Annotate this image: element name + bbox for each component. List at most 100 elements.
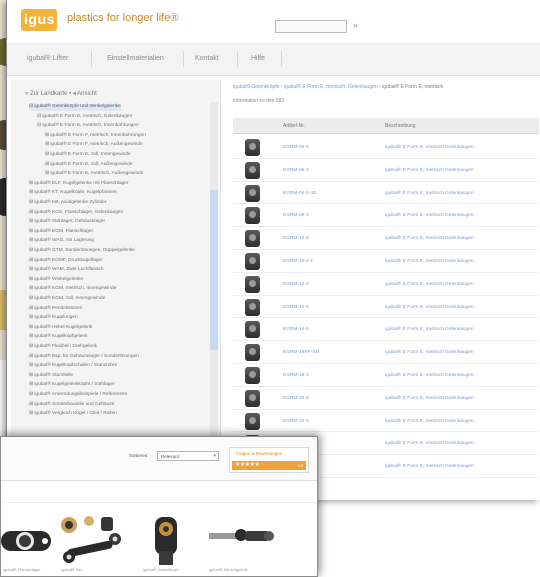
article-number-link[interactable]: EGRM-14-S <box>283 305 309 310</box>
column-header-description[interactable]: Beschreibung <box>385 123 416 129</box>
tree-item[interactable]: ⊞ igubal® E Form E, zoll, Außengewinde <box>45 162 133 169</box>
description-link[interactable]: igubal® E Form E, metrisch Gelenkaugen <box>385 191 474 196</box>
table-row[interactable]: EGRM-16-S igubal® E Form E, metrisch Gele… <box>233 318 539 342</box>
table-row[interactable]: EGRM-20-S igubal® E Form E, metrisch Gele… <box>233 387 539 410</box>
tree-item[interactable]: ⊞ igubal® KT, Kugelköpfe, Kugelpfannen <box>29 190 117 197</box>
tree-item[interactable]: ⊞ igubal® EGMF, Druckkugellager <box>29 258 103 265</box>
tree-item[interactable]: ⊟ igubal® E Form E, metrisch, Innenbohru… <box>37 123 139 130</box>
tree-scrollbar-thumb[interactable] <box>210 190 218 350</box>
table-row[interactable]: EGRM-12-S igubal® E Form E, metrisch Gele… <box>233 273 539 296</box>
product-thumbnail[interactable] <box>245 275 260 293</box>
description-link[interactable]: igubal® E Form E, metrisch Gelenkaugen <box>385 327 474 332</box>
description-link[interactable]: igubal® E Form E, metrisch Gelenkaugen <box>385 145 474 150</box>
tree-item[interactable]: ⊞ igubal® Kugelkopfschalen / Stanzrohre <box>29 363 117 370</box>
tree-item[interactable]: ⊞ igubal® Stehlager, Gehäuselager <box>29 219 105 226</box>
tree-item[interactable]: ⊞ igubal® Kupplungen <box>29 315 78 322</box>
table-row[interactable]: EGRM-08-S igubal® E Form E, metrisch Gele… <box>233 204 539 228</box>
tree-item[interactable]: ⊞ igubal® KGS, Flanschlager, Gelenkaugen <box>29 210 123 217</box>
article-number-link[interactable]: EGRM-06-S-1E <box>283 191 317 196</box>
description-link[interactable]: igubal® E Form E, metrisch Gelenkaugen <box>385 419 474 424</box>
article-number-link[interactable]: EGRM-22-S <box>283 419 309 424</box>
table-row[interactable]: EGRM-14-S igubal® E Form E, metrisch Gele… <box>233 296 539 319</box>
tree-item[interactable]: ⊞ igubal® GTM, Sonderlösungen, Doppelgel… <box>29 248 135 255</box>
breadcrumb-link[interactable]: igubal® E Form E, metrisch, Gelenkaugen <box>284 84 378 90</box>
product-thumbnail[interactable] <box>245 253 260 270</box>
product-thumbnail[interactable] <box>245 161 260 179</box>
table-row[interactable]: EGRM-06-S igubal® E Form E, metrisch Gele… <box>233 159 539 182</box>
nav-item-kontakt[interactable]: Kontakt <box>195 55 219 62</box>
igus-logo[interactable]: igus <box>21 9 57 31</box>
description-link[interactable]: igubal® E Form E, metrisch Gelenkaugen <box>385 350 474 355</box>
product-thumbnail[interactable] <box>245 389 260 407</box>
description-link[interactable]: igubal® E Form E, metrisch Gelenkaugen <box>385 259 474 264</box>
product-thumbnail[interactable] <box>245 321 260 339</box>
description-link[interactable]: igubal® E Form E, metrisch Gelenkaugen <box>385 396 474 401</box>
sort-select[interactable]: Relevanz ▾ <box>157 451 219 461</box>
tree-item[interactable]: ⊞ igubal® Kugelgelenkköpfe / Stehlager <box>29 382 115 389</box>
article-number-link[interactable]: EGRM-10-S-F <box>283 259 314 264</box>
tree-item[interactable]: ⊞ igubal® Pendelstützen <box>29 306 82 313</box>
article-number-link[interactable]: EGRM-06-S <box>283 168 309 173</box>
breadcrumb-link[interactable]: igubal® Gelenkköpfe <box>233 84 280 90</box>
article-number-link[interactable]: EGRM-08-S <box>283 213 309 218</box>
description-link[interactable]: igubal® E Form E, metrisch Gelenkaugen <box>385 373 474 378</box>
tree-heading[interactable]: » Zur Landkarte • ◂ Ansicht <box>25 90 97 97</box>
tree-item[interactable]: ⊞ igubal® E Form F, metrisch, Außengewin… <box>45 142 143 149</box>
product-thumbnail[interactable] <box>245 298 260 316</box>
product-card[interactable]: igubal® Flanschlager <box>1 515 63 572</box>
description-link[interactable]: igubal® E Form E, metrisch Gelenkaugen <box>385 236 474 241</box>
description-link[interactable]: igubal® E Form E, metrisch Gelenkaugen <box>385 464 474 469</box>
product-card[interactable]: igubal® Gelenkkopf <box>141 515 203 572</box>
table-row[interactable]: EGRM-06-S-1E igubal® E Form E, metrisch G… <box>233 182 539 205</box>
rating-box[interactable]: Fragen & Bewertungen ★★★★★ 4,5 <box>229 447 309 473</box>
description-link[interactable]: igubal® E Form E, metrisch Gelenkaugen <box>385 168 474 173</box>
tree-item[interactable]: ⊞ igubal® Kugelkopfgelenk <box>29 334 88 341</box>
nav-item-lifter[interactable]: igubal® Lifter <box>27 55 68 62</box>
tree-item[interactable]: ⊞ igubal® Bsp. für Gehäuselager / Sonder… <box>29 354 139 361</box>
tree-item[interactable]: ⊞ igubal® WAM, Zwei-Lochflansch <box>29 267 104 274</box>
description-link[interactable]: igubal® E Form E, metrisch Gelenkaugen <box>385 441 474 446</box>
tree-item[interactable]: ⊞ igubal® KGM, metrisch, Innengewinde <box>29 286 116 293</box>
tree-item[interactable]: ⊟ igubal® Gelenkköpfe und Winkelgelenke <box>29 104 121 111</box>
product-card[interactable]: igubal® Set <box>59 515 121 572</box>
tree-item[interactable]: ⊞ igubal® E Form F, metrisch, Innenbohru… <box>45 133 146 140</box>
article-number-link[interactable]: EGRM-10-S <box>283 236 309 241</box>
tree-item[interactable]: ⊞ igubal® Flexibel / Drehgelenk <box>29 344 97 351</box>
tree-item[interactable]: ⊞ igubal® Sonderbauteile und Gehäuse <box>29 402 114 409</box>
article-number-link[interactable]: EGRM-12-S <box>283 282 309 287</box>
tree-item[interactable]: ⊞ igubal® Anwendungsbeispiele / Referenz… <box>29 392 127 399</box>
table-row[interactable]: EGRM-10-S-F igubal® E Form E, metrisch Ge… <box>233 250 539 273</box>
tree-item[interactable]: ⊞ igubal® E Form E, metrisch, Außengewin… <box>45 171 143 178</box>
article-number-link[interactable]: EGRM-16-S <box>283 327 309 332</box>
tree-item[interactable]: ⊟ igubal® E Form E, metrisch, Gelenkauge… <box>37 114 132 121</box>
table-row[interactable]: EGRM-16RF-SM igubal® E Form E, metrisch G… <box>233 341 539 364</box>
nav-item-einstellmaterialien[interactable]: Einstellmaterialien <box>107 55 164 62</box>
product-thumbnail[interactable] <box>245 184 260 202</box>
description-link[interactable]: igubal® E Form E, metrisch Gelenkaugen <box>385 282 474 287</box>
product-thumbnail[interactable] <box>245 207 260 225</box>
article-number-link[interactable]: EGRM-20-S <box>283 396 309 401</box>
nav-item-hilfe[interactable]: Hilfe <box>251 55 265 62</box>
product-thumbnail[interactable] <box>245 412 260 430</box>
description-link[interactable]: igubal® E Form E, metrisch Gelenkaugen <box>385 213 474 218</box>
article-number-link[interactable]: EGRM-18-S <box>283 373 309 378</box>
product-thumbnail[interactable] <box>245 139 260 156</box>
article-number-link[interactable]: EGRM-05-S <box>283 145 309 150</box>
product-thumbnail[interactable] <box>245 344 260 362</box>
tree-item[interactable]: ⊞ igubal® Hebel Kugelgelenk <box>29 325 92 332</box>
description-link[interactable]: igubal® E Form E, metrisch Gelenkaugen <box>385 305 474 310</box>
tree-item[interactable]: ⊞ igubal® ELF, Kugelgelenke mit Flanschl… <box>29 181 129 188</box>
product-thumbnail[interactable] <box>245 230 260 248</box>
product-card[interactable]: igubal® Winkelgelenk <box>207 515 274 572</box>
tree-item[interactable]: ⊞ igubal® EGM, Flanschlager <box>29 229 93 236</box>
table-row[interactable]: EGRM-22-S igubal® E Form E, metrisch Gele… <box>233 410 539 433</box>
tree-item[interactable]: ⊞ igubal® WAG, mit Lagerung <box>29 238 94 245</box>
tree-item[interactable]: ⊞ igubal® KB, Axialgelenke Zylinder <box>29 200 106 207</box>
tree-item[interactable]: ⊞ igubal® E Form E, zoll, Innengewinde <box>45 152 131 159</box>
tree-item[interactable]: ⊞ igubal® Winkelgelenke <box>29 277 83 284</box>
article-number-link[interactable]: EGRM-16RF-SM <box>283 350 320 355</box>
tree-item[interactable]: ⊞ igubal® Vergleich Kugel / Gleit / Roll… <box>29 411 117 418</box>
product-thumbnail[interactable] <box>245 367 260 384</box>
tree-item[interactable]: ⊞ igubal® KGM, zoll, Innengewinde <box>29 296 105 303</box>
tree-item[interactable]: ⊞ igubal® Stanzteile <box>29 373 73 380</box>
